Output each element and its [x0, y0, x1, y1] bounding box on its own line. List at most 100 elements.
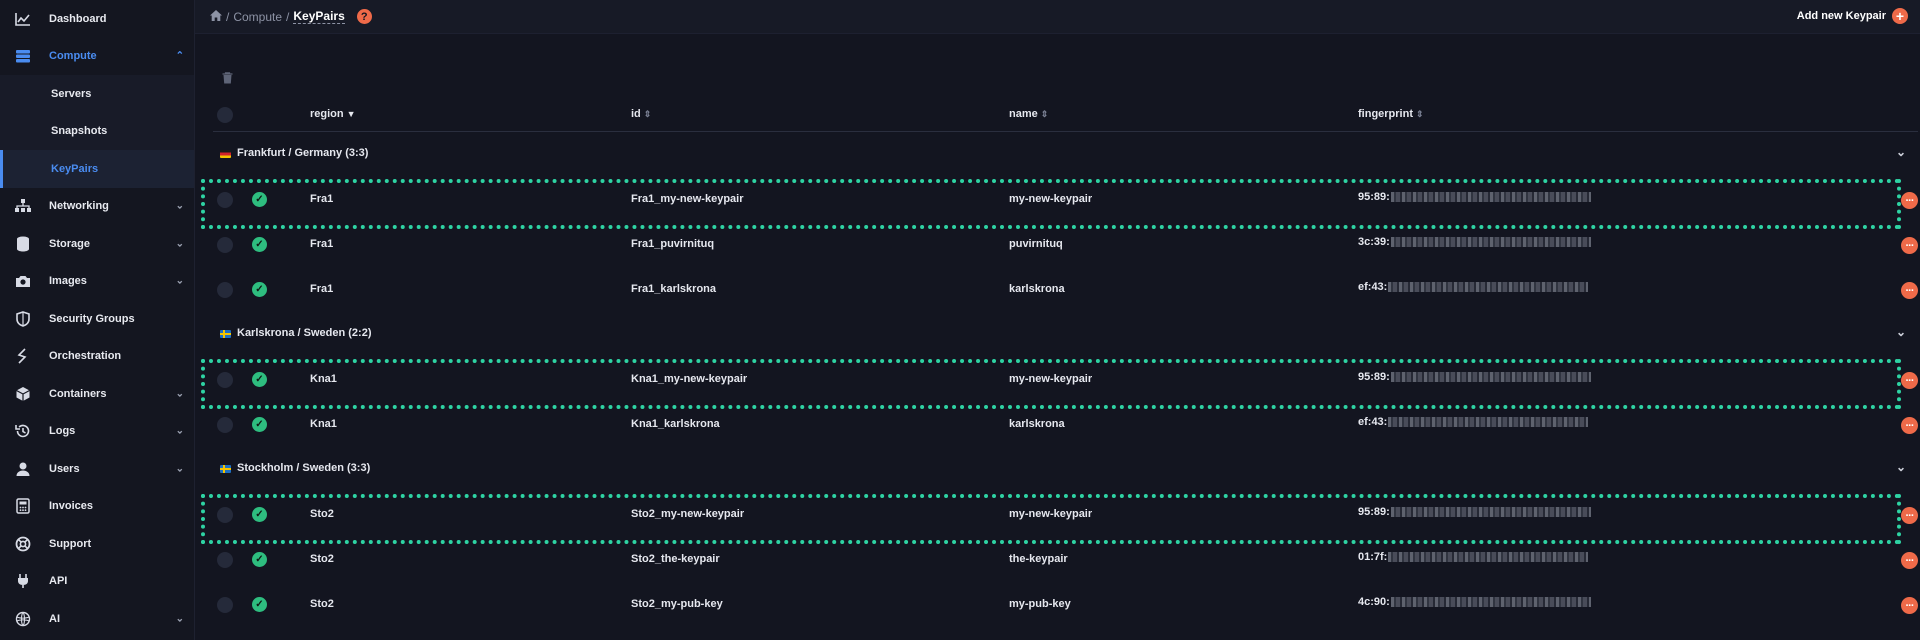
status-ok-icon: ✓ [252, 417, 267, 432]
column-name[interactable]: name ⇕ [1009, 108, 1048, 120]
sidebar-item-support[interactable]: Support [0, 525, 194, 563]
sidebar-item-containers[interactable]: Containers ⌄ [0, 375, 194, 413]
table-row[interactable]: ✓ Sto2 Sto2_my-pub-key my-pub-key 4c:90: ··· [213, 582, 1918, 627]
sidebar-item-ai[interactable]: AI ⌄ [0, 600, 194, 638]
column-id[interactable]: id ⇕ [631, 108, 651, 120]
cell-name: karlskrona [1009, 283, 1065, 295]
header-bar: / Compute / KeyPairs ? Add new Keypair + [195, 0, 1920, 34]
sidebar-item-label: Orchestration [49, 350, 122, 363]
sidebar-item-label: API [49, 575, 68, 588]
history-icon [14, 422, 32, 440]
help-icon[interactable]: ? [356, 9, 372, 24]
more-actions-button[interactable]: ··· [1901, 282, 1918, 299]
sidebar-item-storage[interactable]: Storage ⌄ [0, 225, 194, 263]
cell-region: Sto2 [310, 553, 334, 565]
more-actions-button[interactable]: ··· [1901, 372, 1918, 389]
status-ok-icon: ✓ [252, 552, 267, 567]
flag-icon [220, 150, 231, 158]
sidebar-item-compute[interactable]: Compute ⌃ [0, 38, 194, 76]
select-all-checkbox[interactable] [217, 107, 233, 123]
column-region[interactable]: region ▼ [310, 108, 356, 120]
cell-id: Fra1_puvirnituq [631, 238, 715, 250]
sidebar-item-label: Compute [49, 50, 97, 63]
more-actions-button[interactable]: ··· [1901, 192, 1918, 209]
sidebar-item-orchestration[interactable]: Orchestration [0, 338, 194, 376]
sidebar-item-label: Support [49, 537, 92, 550]
fingerprint-redacted [1388, 417, 1589, 428]
cell-id: Sto2_the-keypair [631, 553, 720, 565]
group-label: Karlskrona / Sweden (2:2) [237, 327, 372, 339]
fingerprint-prefix: ef:43: [1358, 416, 1388, 428]
sidebar-item-images[interactable]: Images ⌄ [0, 263, 194, 301]
lifebuoy-icon [14, 535, 32, 553]
orchestration-icon [14, 347, 32, 365]
cell-fingerprint: ef:43: [1358, 416, 1589, 428]
chevron-down-icon[interactable]: ⌄ [1896, 145, 1906, 159]
sidebar-item-label: Dashboard [49, 12, 107, 25]
add-keypair-button[interactable]: Add new Keypair + [1797, 8, 1908, 24]
highlight-box [201, 179, 1901, 229]
cell-fingerprint: 3c:39: [1358, 236, 1591, 248]
cell-region: Fra1 [310, 283, 334, 295]
row-select-checkbox[interactable] [217, 552, 233, 568]
region-group-header[interactable]: Karlskrona / Sweden (2:2) ⌄ [213, 312, 1918, 357]
region-group-header[interactable]: Stockholm / Sweden (3:3) ⌄ [213, 447, 1918, 492]
sidebar-item-label: Storage [49, 237, 90, 250]
sidebar-item-label: Logs [49, 425, 76, 438]
more-actions-button[interactable]: ··· [1901, 237, 1918, 254]
sidebar-item-label: Servers [51, 87, 92, 100]
calculator-icon [14, 497, 32, 515]
cube-icon [14, 385, 32, 403]
ai-icon [14, 610, 32, 628]
row-select-checkbox[interactable] [217, 282, 233, 298]
breadcrumb-separator: / [226, 9, 230, 24]
chevron-down-icon[interactable]: ⌄ [1896, 460, 1906, 474]
more-actions-button[interactable]: ··· [1901, 417, 1918, 434]
table-header: region ▼ id ⇕ name ⇕ fingerprint ⇕ [213, 98, 1918, 132]
sidebar-item-label: KeyPairs [51, 162, 99, 175]
chevron-down-icon: ⌄ [175, 275, 184, 287]
more-actions-button[interactable]: ··· [1901, 552, 1918, 569]
status-ok-icon: ✓ [252, 282, 267, 297]
chevron-down-icon[interactable]: ⌄ [1896, 325, 1906, 339]
cell-name: my-pub-key [1009, 598, 1071, 610]
sidebar-item-dashboard[interactable]: Dashboard [0, 0, 194, 38]
chevron-down-icon: ⌄ [175, 388, 184, 400]
sidebar-item-security-groups[interactable]: Security Groups [0, 300, 194, 338]
more-actions-button[interactable]: ··· [1901, 597, 1918, 614]
add-keypair-label: Add new Keypair [1796, 10, 1886, 22]
column-label: id [631, 108, 641, 120]
sidebar-item-api[interactable]: API [0, 563, 194, 601]
table-row[interactable]: ✓ Fra1 Fra1_karlskrona karlskrona ef:43: ··· [213, 267, 1918, 312]
region-group-header[interactable]: Frankfurt / Germany (3:3) ⌄ [213, 132, 1918, 177]
column-fingerprint[interactable]: fingerprint ⇕ [1358, 108, 1424, 120]
sidebar-item-label: Containers [49, 387, 107, 400]
column-label: region [310, 108, 344, 120]
breadcrumb-keypairs: KeyPairs [293, 9, 345, 24]
cell-name: puvirnituq [1009, 238, 1063, 250]
row-select-checkbox[interactable] [217, 417, 233, 433]
home-icon[interactable] [210, 9, 222, 24]
trash-icon[interactable] [222, 71, 233, 89]
chevron-down-icon: ⌄ [175, 613, 184, 625]
sort-icon: ⇕ [1040, 109, 1049, 119]
sidebar-item-snapshots[interactable]: Snapshots [0, 112, 194, 150]
highlight-box [201, 494, 1901, 544]
breadcrumb-compute[interactable]: Compute [233, 10, 282, 24]
status-ok-icon: ✓ [252, 597, 267, 612]
sidebar-item-logs[interactable]: Logs ⌄ [0, 413, 194, 451]
sidebar-item-keypairs[interactable]: KeyPairs [0, 150, 194, 188]
server-icon [14, 47, 32, 65]
plus-icon: + [1892, 8, 1908, 24]
sort-desc-icon: ▼ [346, 109, 356, 119]
row-select-checkbox[interactable] [217, 237, 233, 253]
sidebar-item-label: AI [49, 612, 60, 625]
sidebar-item-networking[interactable]: Networking ⌄ [0, 188, 194, 226]
sidebar-item-invoices[interactable]: Invoices [0, 488, 194, 526]
highlight-box [201, 359, 1901, 409]
more-actions-button[interactable]: ··· [1901, 507, 1918, 524]
sidebar-item-users[interactable]: Users ⌄ [0, 450, 194, 488]
sidebar-item-servers[interactable]: Servers [0, 75, 194, 113]
fingerprint-redacted [1390, 237, 1591, 248]
row-select-checkbox[interactable] [217, 597, 233, 613]
